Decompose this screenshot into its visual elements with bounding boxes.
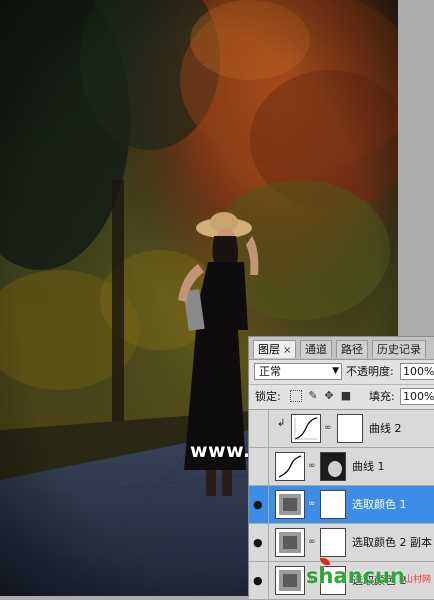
close-icon[interactable]: ×	[283, 345, 291, 356]
chain-link-icon[interactable]: ∞	[308, 499, 316, 509]
opacity-input[interactable]: 100%	[400, 363, 434, 380]
layer-name: 选取颜色 2 副本	[352, 536, 432, 549]
chain-link-icon[interactable]: ∞	[308, 461, 316, 471]
lock-all-icon[interactable]: ■	[340, 390, 352, 402]
layer-name: 曲线 1	[352, 460, 385, 473]
tab-history-label: 历史记录	[377, 343, 421, 356]
tab-paths-label: 路径	[341, 343, 363, 356]
fill-input[interactable]: 100%	[400, 388, 434, 405]
blend-mode-select[interactable]: 正常 ▼	[254, 363, 342, 380]
blend-mode-value: 正常	[259, 365, 281, 378]
chevron-down-icon: ▼	[332, 366, 339, 376]
fill-label: 填充:	[369, 390, 395, 403]
selective-color-icon	[275, 528, 305, 557]
visibility-toggle[interactable]	[249, 410, 269, 447]
tab-paths[interactable]: 路径	[336, 340, 368, 358]
lock-brush-icon[interactable]: ✎	[307, 390, 319, 402]
selective-color-icon	[275, 490, 305, 519]
visibility-toggle[interactable]	[249, 448, 269, 485]
lock-move-icon[interactable]: ✥	[323, 390, 335, 402]
layer-mask-thumbnail[interactable]	[320, 490, 346, 519]
layer-row-selected[interactable]: ● ∞ 选取颜色 1	[249, 486, 434, 524]
layer-mask-thumbnail[interactable]	[337, 414, 363, 443]
visibility-toggle[interactable]: ●	[249, 524, 269, 561]
blend-row: 正常 ▼ 不透明度: 100%	[249, 360, 434, 385]
tab-layers-label: 图层	[258, 343, 280, 356]
opacity-label: 不透明度:	[346, 365, 394, 378]
logo-text: shancun	[306, 564, 405, 588]
tab-layers[interactable]: 图层 ×	[253, 340, 297, 358]
selective-color-icon	[275, 566, 305, 595]
tab-channels-label: 通道	[305, 343, 327, 356]
visibility-toggle[interactable]: ●	[249, 486, 269, 523]
chain-link-icon[interactable]: ∞	[308, 537, 316, 547]
layer-row[interactable]: ↲ ∞ 曲线 2	[249, 410, 434, 448]
lock-transparent-icon[interactable]	[290, 390, 302, 402]
eye-icon: ●	[253, 498, 263, 511]
layer-row[interactable]: ● ∞ 选取颜色 2 副本	[249, 524, 434, 562]
visibility-toggle[interactable]: ●	[249, 562, 269, 599]
chain-link-icon[interactable]: ∞	[324, 423, 332, 433]
layer-name: 曲线 2	[369, 422, 402, 435]
eye-icon: ●	[253, 536, 263, 549]
lock-row: 锁定: ✎ ✥ ■ 填充: 100%	[249, 385, 434, 410]
tab-channels[interactable]: 通道	[300, 340, 332, 358]
tab-history[interactable]: 历史记录	[372, 340, 426, 358]
layer-row[interactable]: ∞ 曲线 1	[249, 448, 434, 486]
curves-adjustment-icon	[275, 452, 305, 481]
layer-name: 选取颜色 1	[352, 498, 407, 511]
layer-mask-thumbnail[interactable]	[320, 452, 346, 481]
canvas-background	[398, 0, 434, 336]
panel-tabs: 图层 × 通道 路径 历史记录	[249, 337, 434, 360]
lock-label: 锁定:	[255, 390, 281, 403]
logo-subtext: 山村网	[404, 575, 432, 585]
curves-adjustment-icon	[291, 414, 321, 443]
eye-icon: ●	[253, 574, 263, 587]
layer-mask-thumbnail[interactable]	[320, 528, 346, 557]
clip-arrow-icon: ↲	[277, 418, 286, 429]
layers-panel: 图层 × 通道 路径 历史记录 正常 ▼ 不透明度: 100% 锁定: ✎ ✥ ■…	[248, 336, 434, 600]
